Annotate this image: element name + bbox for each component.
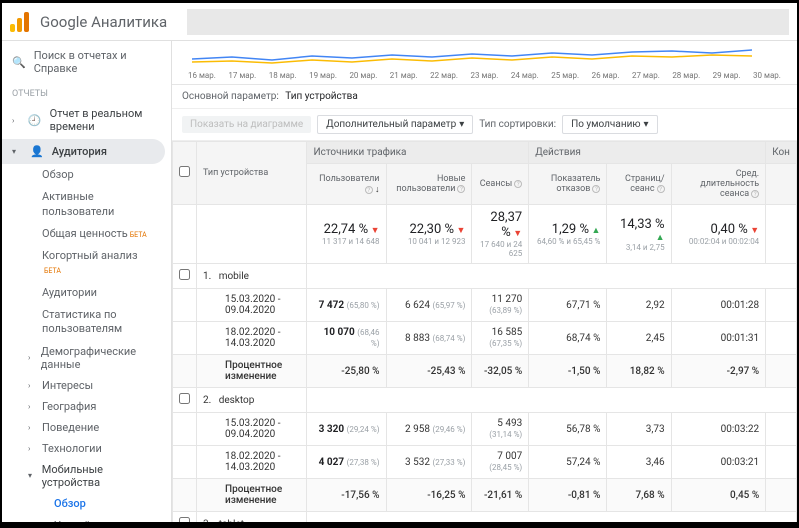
- col-device-type[interactable]: Тип устройства: [197, 142, 307, 205]
- chevron-down-icon: ▾: [644, 119, 649, 130]
- nav-tech[interactable]: ›Технологии: [2, 438, 171, 459]
- sort-label: Тип сортировки:: [479, 119, 556, 130]
- nav-active-users[interactable]: Активные пользователи: [2, 186, 171, 223]
- sort-dropdown[interactable]: По умолчанию ▾: [562, 115, 657, 134]
- col-users[interactable]: Пользователи? ↓: [307, 164, 386, 205]
- search-icon: 🔍: [12, 56, 26, 69]
- nav-geo[interactable]: ›География: [2, 396, 171, 417]
- chart-ticks: 16 мар.17 мар.18 мар.19 мар.20 мар.21 ма…: [172, 71, 797, 80]
- period-row: 15.03.2020 - 09.04.2020 3 320 (29,24 %) …: [173, 413, 797, 446]
- colgroup-actions: Действия: [529, 142, 766, 164]
- nav-user-stats[interactable]: Статистика по пользователям: [2, 304, 171, 341]
- extra-param-dropdown[interactable]: Дополнительный параметр ▾: [317, 115, 473, 134]
- search-row[interactable]: 🔍 Поиск в отчетах и Справке: [2, 41, 171, 83]
- col-conv-empty: [766, 164, 797, 205]
- col-sessions[interactable]: Сеансы?: [472, 164, 529, 205]
- select-all-checkbox[interactable]: [173, 142, 197, 205]
- clock-icon: 🕘: [28, 114, 42, 127]
- table-row[interactable]: 2. desktop: [173, 388, 797, 413]
- chevron-down-icon: ▾: [459, 119, 464, 130]
- table-row[interactable]: 1. mobile: [173, 264, 797, 289]
- nav-overview[interactable]: Обзор: [2, 164, 171, 186]
- primary-param-label: Основной параметр:: [182, 91, 279, 102]
- nav-total-value[interactable]: Общая ценностьБЕТА: [2, 223, 171, 245]
- controls-row: Показать на диаграмме Дополнительный пар…: [172, 109, 797, 141]
- chart-area: 16 мар.17 мар.18 мар.19 мар.20 мар.21 ма…: [172, 41, 797, 85]
- nav-interests[interactable]: ›Интересы: [2, 375, 171, 396]
- period-row: 18.02.2020 - 14.03.2020 4 027 (27,38 %) …: [173, 446, 797, 479]
- primary-param-value[interactable]: Тип устройства: [285, 91, 357, 102]
- person-icon: 👤: [30, 145, 44, 158]
- reports-label: ОТЧЕТЫ: [2, 83, 171, 101]
- main-content: 16 мар.17 мар.18 мар.19 мар.20 мар.21 ма…: [172, 41, 797, 522]
- search-placeholder: Поиск в отчетах и Справке: [34, 49, 161, 75]
- nav-devices[interactable]: Устройства: [2, 515, 171, 522]
- nav-realtime-label: Отчет в реальном времени: [50, 107, 161, 133]
- row-checkbox[interactable]: [179, 269, 190, 280]
- header-placeholder: [187, 9, 789, 35]
- period-row: 15.03.2020 - 09.04.2020 7 472 (65,80 %) …: [173, 289, 797, 322]
- nav-demographic[interactable]: ›Демографические данные: [2, 341, 171, 375]
- pct-change-row: Процентное изменение -17,56 %-16,25 %-21…: [173, 479, 797, 512]
- show-diagram-button: Показать на диаграмме: [182, 116, 311, 133]
- chevron-down-icon: ▾: [12, 147, 22, 156]
- app-header: Google Аналитика: [2, 3, 797, 41]
- app-title: Google Аналитика: [40, 13, 167, 31]
- pct-change-row: Процентное изменение -25,80 %-25,43 %-32…: [173, 355, 797, 388]
- nav-realtime[interactable]: › 🕘 Отчет в реальном времени: [2, 101, 171, 139]
- nav-mobile[interactable]: ▾Мобильные устройства: [2, 459, 171, 493]
- col-pages-session[interactable]: Страниц/сеанс?: [607, 164, 671, 205]
- chevron-right-icon: ›: [12, 116, 20, 125]
- nav-audience-label: Аудитория: [52, 145, 107, 158]
- ga-logo-icon: [10, 12, 30, 32]
- nav-audiences[interactable]: Аудитории: [2, 282, 171, 304]
- nav-audience[interactable]: ▾ 👤 Аудитория: [2, 139, 165, 164]
- data-table: Тип устройства Источники трафика Действи…: [172, 141, 797, 522]
- col-bounce[interactable]: Показатель отказов?: [529, 164, 607, 205]
- row-checkbox[interactable]: [179, 393, 190, 404]
- nav-mobile-overview[interactable]: Обзор: [2, 493, 171, 515]
- nav-behavior[interactable]: ›Поведение: [2, 417, 171, 438]
- sidebar: 🔍 Поиск в отчетах и Справке ОТЧЕТЫ › 🕘 О…: [2, 41, 172, 522]
- colgroup-traffic: Источники трафика: [307, 142, 529, 164]
- col-avg-duration[interactable]: Сред. длительность сеанса?: [671, 164, 766, 205]
- col-new-users[interactable]: Новые пользователи?: [386, 164, 472, 205]
- primary-param-row: Основной параметр: Тип устройства: [172, 85, 797, 109]
- nav-cohort[interactable]: Когортный анализБЕТА: [2, 245, 171, 282]
- row-checkbox[interactable]: [179, 517, 190, 522]
- summary-row: 22,74 % ▼11 317 и 14 648 22,30 % ▼10 041…: [173, 205, 797, 264]
- table-row[interactable]: 3. tablet: [173, 512, 797, 523]
- period-row: 18.02.2020 - 14.03.2020 10 070 (68,46 %)…: [173, 322, 797, 355]
- colgroup-conversions: Кон: [766, 142, 797, 164]
- chart-line-icon: [192, 47, 752, 67]
